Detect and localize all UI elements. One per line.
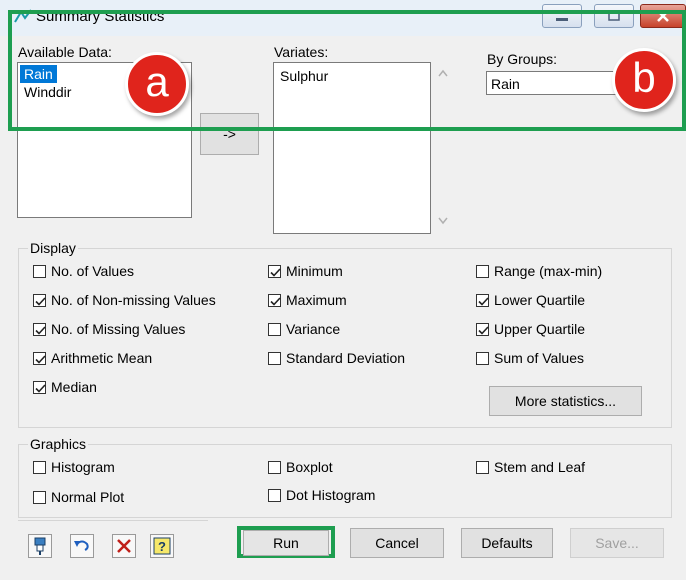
checkbox-label[interactable]: Dot Histogram [286, 487, 375, 503]
checkbox[interactable] [268, 323, 281, 336]
annotation-badge-b: b [612, 48, 676, 112]
checkbox-label[interactable]: Sum of Values [494, 350, 584, 366]
more-statistics-button[interactable]: More statistics... [489, 386, 642, 416]
checkbox[interactable] [33, 381, 46, 394]
checkbox[interactable] [476, 352, 489, 365]
checkbox-label[interactable]: Range (max-min) [494, 263, 602, 279]
save-button: Save... [570, 528, 664, 558]
checkbox[interactable] [33, 323, 46, 336]
checkbox-label[interactable]: No. of Values [51, 263, 134, 279]
highlight-rectangle-top [8, 10, 686, 131]
checkbox[interactable] [33, 294, 46, 307]
chevron-down-icon[interactable] [436, 212, 450, 228]
checkbox-label[interactable]: Lower Quartile [494, 292, 585, 308]
display-title: Display [28, 240, 78, 256]
checkbox[interactable] [476, 265, 489, 278]
pin-icon[interactable] [28, 534, 52, 558]
checkbox-label[interactable]: Arithmetic Mean [51, 350, 152, 366]
checkbox[interactable] [268, 352, 281, 365]
checkbox-label[interactable]: No. of Missing Values [51, 321, 185, 337]
graphics-title: Graphics [28, 436, 89, 452]
checkbox-label[interactable]: Boxplot [286, 459, 333, 475]
annotation-badge-a: a [125, 52, 189, 116]
checkbox-label[interactable]: Stem and Leaf [494, 459, 585, 475]
graphics-groupbox [18, 444, 672, 518]
checkbox-label[interactable]: Standard Deviation [286, 350, 405, 366]
checkbox-label[interactable]: Upper Quartile [494, 321, 585, 337]
svg-text:?: ? [158, 539, 166, 554]
divider [18, 520, 208, 521]
clear-icon[interactable] [112, 534, 136, 558]
checkbox[interactable] [268, 461, 281, 474]
run-button[interactable]: Run [243, 530, 329, 556]
checkbox[interactable] [476, 323, 489, 336]
checkbox[interactable] [476, 461, 489, 474]
checkbox[interactable] [476, 294, 489, 307]
checkbox-label[interactable]: Minimum [286, 263, 343, 279]
checkbox-label[interactable]: Variance [286, 321, 340, 337]
checkbox-label[interactable]: Maximum [286, 292, 347, 308]
defaults-button[interactable]: Defaults [461, 528, 553, 558]
checkbox[interactable] [33, 265, 46, 278]
checkbox-label[interactable]: Histogram [51, 459, 115, 475]
checkbox-label[interactable]: No. of Non-missing Values [51, 292, 216, 308]
checkbox[interactable] [33, 352, 46, 365]
checkbox-label[interactable]: Median [51, 379, 97, 395]
checkbox-label[interactable]: Normal Plot [51, 489, 124, 505]
checkbox[interactable] [33, 461, 46, 474]
checkbox[interactable] [268, 265, 281, 278]
cancel-button[interactable]: Cancel [350, 528, 444, 558]
help-icon[interactable]: ? [150, 534, 174, 558]
checkbox[interactable] [268, 489, 281, 502]
checkbox[interactable] [268, 294, 281, 307]
checkbox[interactable] [33, 491, 46, 504]
undo-icon[interactable] [70, 534, 94, 558]
